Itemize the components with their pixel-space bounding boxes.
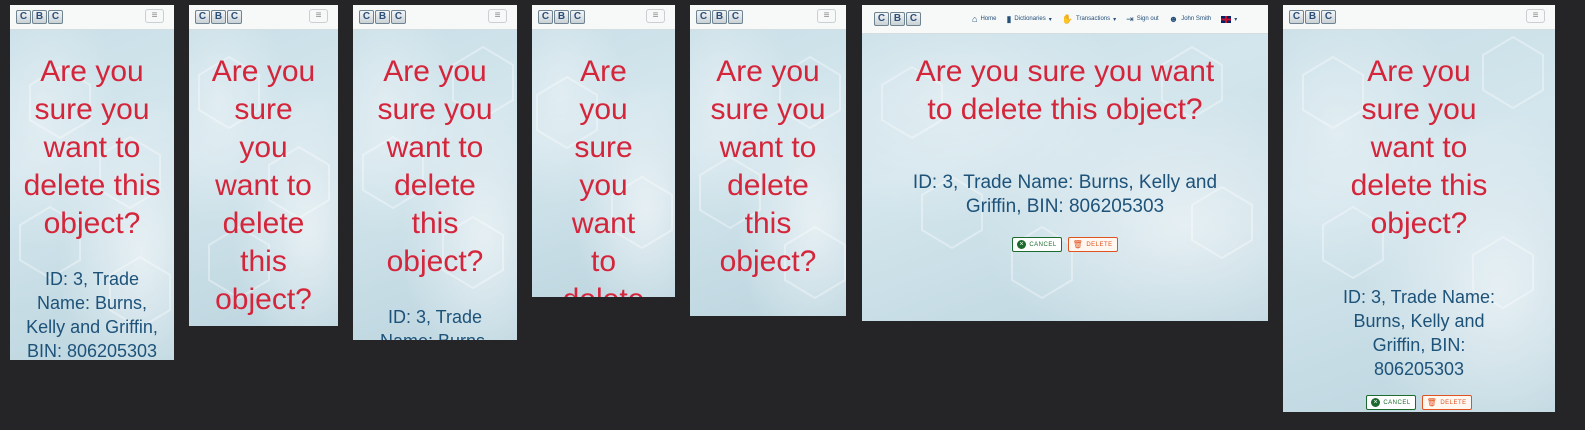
trash-icon: 🗑 <box>1426 398 1438 407</box>
trash-icon: 🗑 <box>1072 240 1084 249</box>
delete-confirmation: Are you sure you want to delete this obj… <box>353 29 517 340</box>
hamburger-icon[interactable]: ≡ <box>309 9 328 23</box>
navbar: CBC ⌂ Home ▮ Dictionaries ▾ ✋ Transactions ▾ … <box>862 5 1268 34</box>
viewport-frame-7: CBC ≡ Are you sure you want to delete th… <box>1283 5 1555 412</box>
hand-coin-icon: ✋ <box>1061 13 1073 24</box>
confirm-question: Are you sure you want to delete this obj… <box>211 55 316 316</box>
cbc-logo[interactable]: CBC <box>359 10 406 24</box>
cbc-logo[interactable]: CBC <box>538 10 585 24</box>
delete-confirmation: Are you sure you want to delete this obj… <box>532 29 675 297</box>
hamburger-icon[interactable]: ≡ <box>646 9 665 23</box>
hamburger-icon[interactable]: ≡ <box>817 9 836 23</box>
nav-sign-out[interactable]: ⇥ Sign out <box>1126 14 1159 25</box>
cancel-x-icon: × <box>1371 398 1381 407</box>
cancel-button[interactable]: × CANCEL <box>1012 237 1062 252</box>
viewport-frame-5: CBC ≡ Are you sure you want to delete th… <box>690 5 846 316</box>
navbar: CBC ≡ <box>353 5 517 30</box>
nav-dictionaries[interactable]: ▮ Dictionaries ▾ <box>1006 14 1051 25</box>
caret-down-icon: ▾ <box>1048 16 1052 23</box>
navbar: CBC ≡ <box>690 5 846 30</box>
delete-button[interactable]: 🗑 DELETE <box>1067 237 1118 252</box>
confirm-question: Are you sure you want to delete this obj… <box>710 55 826 278</box>
record-details: ID: 3, Trade Name: Burns, Kelly and Grif… <box>912 172 1218 217</box>
confirm-question: Are you sure you want to delete this obj… <box>23 55 161 240</box>
action-buttons: × CANCEL 🗑 DELETE <box>862 237 1268 252</box>
nav-transactions[interactable]: ✋ Transactions ▾ <box>1062 14 1116 25</box>
navbar: CBC ≡ <box>1283 5 1555 30</box>
navbar: CBC ≡ <box>532 5 675 30</box>
delete-confirmation: Are you sure you want to delete this obj… <box>690 29 846 281</box>
viewport-frame-4: CBC ≡ Are you sure you want to delete th… <box>532 5 675 297</box>
confirm-question: Are you sure you want to delete this obj… <box>377 55 493 278</box>
viewport-frame-1: CBC ≡ Are you sure you want to delete th… <box>10 5 174 360</box>
cbc-logo[interactable]: CBC <box>195 10 242 24</box>
hamburger-icon[interactable]: ≡ <box>488 9 507 23</box>
viewport-frame-6: CBC ⌂ Home ▮ Dictionaries ▾ ✋ Transactions ▾ … <box>862 5 1268 321</box>
action-buttons: × CANCEL 🗑 DELETE <box>1283 395 1555 410</box>
record-details: ID: 3, Trade Name: Burns, Kelly and Grif… <box>380 307 490 340</box>
viewport-frame-2: CBC ≡ Are you sure you want to delete th… <box>189 5 338 326</box>
book-icon: ▮ <box>1006 13 1012 24</box>
caret-down-icon: ▾ <box>1113 16 1117 23</box>
navbar: CBC ≡ <box>10 5 174 30</box>
nav-home[interactable]: ⌂ Home <box>972 14 996 24</box>
navbar: CBC ≡ <box>189 5 338 30</box>
confirm-question: Are you sure you want to delete this obj… <box>563 55 645 297</box>
cbc-logo[interactable]: CBC <box>16 10 63 24</box>
delete-confirmation: Are you sure you want to delete this obj… <box>1283 29 1555 410</box>
cancel-button[interactable]: × CANCEL <box>1366 395 1416 410</box>
cbc-logo[interactable]: CBC <box>696 10 743 24</box>
nav-user[interactable]: ☻ John Smith <box>1169 14 1212 24</box>
viewport-frame-3: CBC ≡ Are you sure you want to delete th… <box>353 5 517 340</box>
cbc-logo[interactable]: CBC <box>1289 10 1336 24</box>
record-details: ID: 3, Trade Name: Burns, Kelly and Grif… <box>1342 287 1496 379</box>
delete-button[interactable]: 🗑 DELETE <box>1421 395 1472 410</box>
home-icon: ⌂ <box>972 14 978 24</box>
hamburger-icon[interactable]: ≡ <box>145 9 164 23</box>
hamburger-icon[interactable]: ≡ <box>1526 9 1545 23</box>
delete-confirmation: Are you sure you want to delete this obj… <box>10 29 174 360</box>
main-menu: ⌂ Home ▮ Dictionaries ▾ ✋ Transactions ▾ ⇥ Sig… <box>972 5 1237 33</box>
uk-flag-icon <box>1221 15 1232 23</box>
cbc-logo[interactable]: CBC <box>874 12 921 26</box>
delete-confirmation: Are you sure you want to delete this obj… <box>862 33 1268 252</box>
caret-down-icon: ▾ <box>1234 16 1238 23</box>
nav-language[interactable]: ▾ <box>1221 15 1238 23</box>
confirm-question: Are you sure you want to delete this obj… <box>915 55 1215 126</box>
confirm-question: Are you sure you want to delete this obj… <box>1350 55 1488 240</box>
user-gear-icon: ☻ <box>1168 14 1179 24</box>
sign-out-icon: ⇥ <box>1126 13 1134 24</box>
delete-confirmation: Are you sure you want to delete this obj… <box>189 29 338 319</box>
cancel-x-icon: × <box>1017 240 1027 249</box>
record-details: ID: 3, Trade Name: Burns, Kelly and Grif… <box>26 269 158 360</box>
